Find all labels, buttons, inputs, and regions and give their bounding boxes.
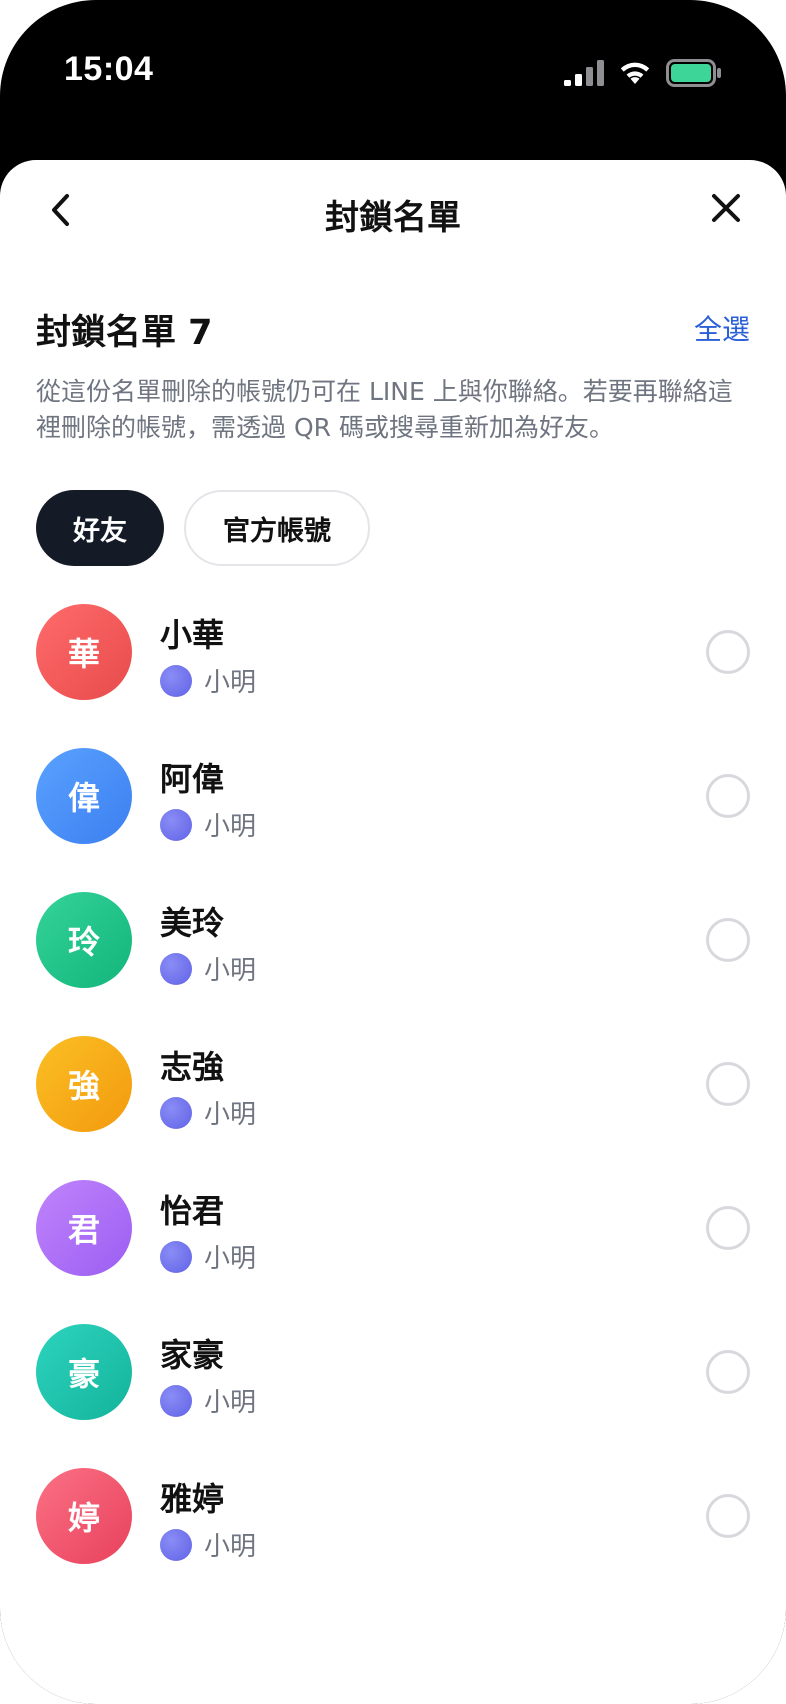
list-item[interactable]: 婷雅婷小明 bbox=[0, 1468, 786, 1612]
list-item[interactable]: 玲美玲小明 bbox=[0, 892, 786, 1036]
contact-name: 家豪 bbox=[160, 1336, 225, 1374]
battery-icon bbox=[666, 59, 722, 87]
avatar: 華 bbox=[36, 604, 132, 700]
select-radio[interactable] bbox=[706, 630, 750, 674]
mutual-friend-avatar bbox=[160, 1528, 192, 1561]
mutual-friend-name: 小明 bbox=[204, 1388, 257, 1418]
phone-frame: 15:04 封鎖名單 封鎖名單 7 全選 從這份名單刪除的帳號仍可在 LINE … bbox=[0, 0, 786, 1704]
avatar: 君 bbox=[36, 1180, 132, 1276]
mutual-friend-avatar bbox=[160, 1240, 192, 1273]
mutual-friend-name: 小明 bbox=[204, 956, 257, 986]
select-radio[interactable] bbox=[706, 1062, 750, 1106]
contact-subline: 小明 bbox=[160, 1526, 256, 1563]
list-item[interactable]: 君怡君小明 bbox=[0, 1180, 786, 1324]
close-icon bbox=[710, 192, 742, 228]
contact-name: 志強 bbox=[160, 1048, 225, 1086]
avatar: 豪 bbox=[36, 1324, 132, 1420]
nav-bar: 封鎖名單 bbox=[0, 160, 786, 270]
select-radio[interactable] bbox=[706, 918, 750, 962]
select-radio[interactable] bbox=[706, 1206, 750, 1250]
avatar: 婷 bbox=[36, 1468, 132, 1564]
mutual-friend-avatar bbox=[160, 1384, 192, 1417]
select-radio[interactable] bbox=[706, 1350, 750, 1394]
list-item[interactable]: 強志強小明 bbox=[0, 1036, 786, 1180]
contact-name: 小華 bbox=[160, 616, 225, 654]
tab-official-accounts[interactable]: 官方帳號 bbox=[184, 490, 370, 566]
list-item[interactable]: 豪家豪小明 bbox=[0, 1324, 786, 1468]
avatar: 玲 bbox=[36, 892, 132, 988]
mutual-friend-avatar bbox=[160, 664, 192, 697]
signal-icon bbox=[564, 60, 604, 86]
mutual-friend-avatar bbox=[160, 952, 192, 985]
list-item[interactable]: 偉阿偉小明 bbox=[0, 748, 786, 892]
status-bar: 15:04 bbox=[0, 0, 786, 150]
contact-list: 華小華 小明偉阿偉 小明玲美玲 小明強志強 小明君怡君 小明豪家豪 小明婷雅婷 小明 bbox=[0, 604, 786, 1612]
avatar: 強 bbox=[36, 1036, 132, 1132]
status-icons bbox=[564, 56, 722, 90]
mutual-friend-avatar bbox=[160, 1096, 192, 1129]
contact-subline: 小明 bbox=[160, 1094, 256, 1131]
mutual-friend-name: 小明 bbox=[204, 1244, 257, 1274]
contact-name: 美玲 bbox=[160, 904, 225, 942]
contact-name: 阿偉 bbox=[160, 760, 225, 798]
select-all-button[interactable]: 全選 bbox=[694, 308, 750, 348]
section-title: 封鎖名單 7 bbox=[36, 313, 213, 353]
list-item[interactable]: 華小華小明 bbox=[0, 604, 786, 748]
section-description: 從這份名單刪除的帳號仍可在 LINE 上與你聯絡。若要再聯絡這裡刪除的帳號，需透… bbox=[36, 377, 733, 442]
mutual-friend-name: 小明 bbox=[204, 1100, 257, 1130]
status-time: 15:04 bbox=[64, 50, 154, 88]
tab-friends[interactable]: 好友 bbox=[36, 490, 164, 566]
mutual-friend-name: 小明 bbox=[204, 1532, 257, 1562]
contact-subline: 小明 bbox=[160, 1238, 256, 1275]
avatar: 偉 bbox=[36, 748, 132, 844]
mutual-friend-name: 小明 bbox=[204, 812, 257, 842]
contact-subline: 小明 bbox=[160, 950, 256, 987]
filter-tabs: 好友 官方帳號 bbox=[36, 490, 750, 566]
close-button[interactable] bbox=[702, 186, 750, 234]
section-header: 封鎖名單 7 全選 bbox=[0, 304, 786, 374]
contact-subline: 小明 bbox=[160, 662, 256, 699]
select-radio[interactable] bbox=[706, 774, 750, 818]
contact-subline: 小明 bbox=[160, 806, 256, 843]
contact-subline: 小明 bbox=[160, 1382, 256, 1419]
mutual-friend-avatar bbox=[160, 808, 192, 841]
wifi-icon bbox=[618, 60, 652, 86]
contact-name: 雅婷 bbox=[160, 1480, 225, 1518]
page-title: 封鎖名單 bbox=[325, 198, 461, 238]
blocked-list-sheet: 封鎖名單 封鎖名單 7 全選 從這份名單刪除的帳號仍可在 LINE 上與你聯絡。… bbox=[0, 160, 786, 1704]
contact-name: 怡君 bbox=[160, 1192, 225, 1230]
select-radio[interactable] bbox=[706, 1494, 750, 1538]
mutual-friend-name: 小明 bbox=[204, 668, 257, 698]
